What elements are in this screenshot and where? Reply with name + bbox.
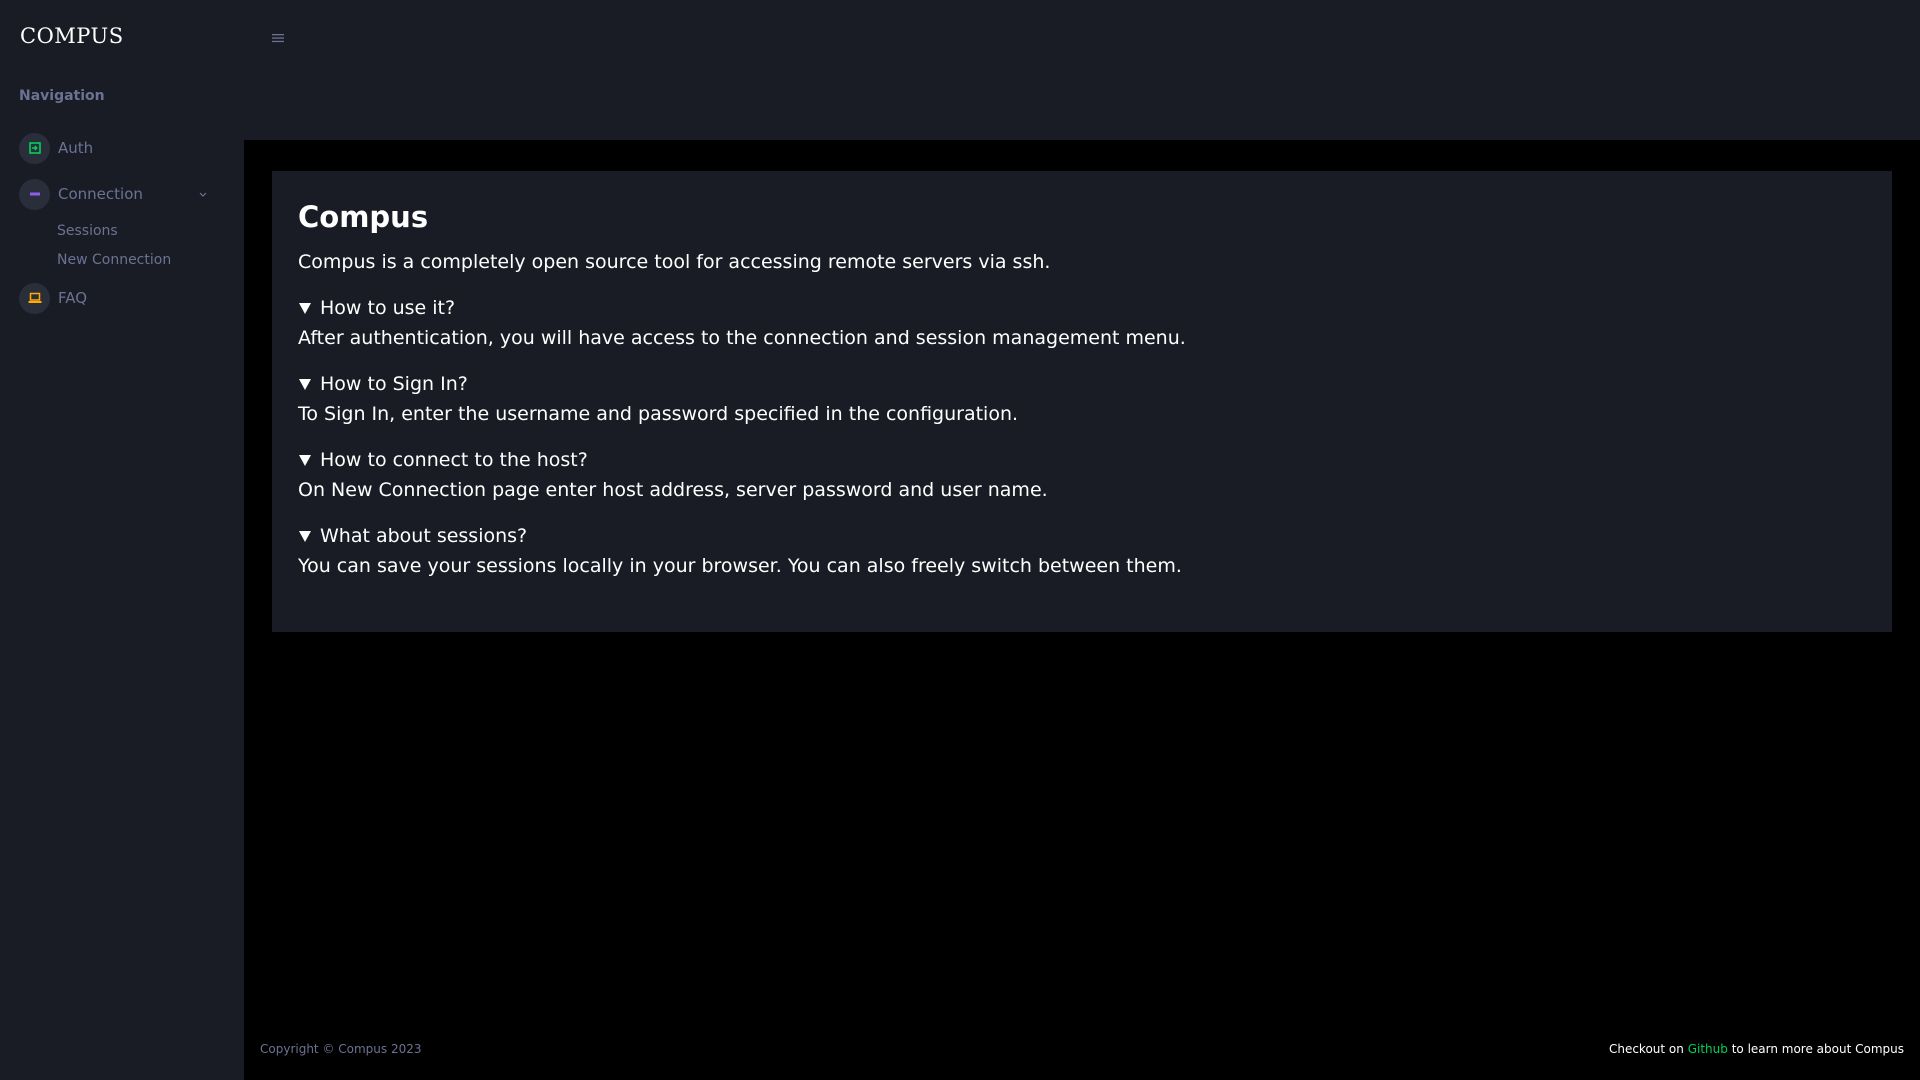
top-navbar [244,0,1920,70]
github-link[interactable]: Github [1688,1042,1728,1056]
page-header-band [244,70,1920,140]
faq-answer: You can save your sessions locally in yo… [298,555,1182,577]
brand-logo[interactable]: COMPUS [20,24,124,48]
faq-item: How to use it? After authentication, you… [298,295,1866,351]
faq-question: How to connect to the host? [320,449,588,471]
disclosure-triangle-icon [299,454,311,466]
faq-question: How to use it? [320,297,456,319]
page-title: Compus [298,200,429,234]
menu-toggle-icon[interactable] [272,28,284,43]
footer-suffix: to learn more about Compus [1731,1042,1904,1056]
nav-heading: Navigation [19,88,105,104]
intro-text: Compus is a completely open source tool … [298,251,1051,273]
sidebar-item-label: Auth [58,139,94,157]
faq-answer: On New Connection page enter host addres… [298,479,1048,501]
laptop-icon [19,282,50,314]
login-icon [19,132,50,164]
sidebar-item-connection[interactable]: Connection [19,178,219,210]
footer-github-note: Checkout on Github to learn more about C… [1609,1042,1904,1056]
disclosure-triangle-icon [299,530,311,542]
faq-card: Compus Compus is a completely open sourc… [272,171,1892,632]
faq-answer: After authentication, you will have acce… [298,327,1186,349]
chevron-down-icon[interactable] [195,186,211,202]
faq-question-toggle[interactable]: How to connect to the host? [298,447,1866,473]
footer-prefix: Checkout on [1608,1042,1684,1056]
sidebar-item-faq[interactable]: FAQ [19,282,219,314]
disclosure-triangle-icon [299,378,311,390]
faq-question: What about sessions? [320,525,528,547]
faq-question-toggle[interactable]: How to use it? [298,295,1866,321]
disclosure-triangle-icon [299,302,311,314]
minus-icon [19,178,50,210]
faq-answer: To Sign In, enter the username and passw… [298,403,1019,425]
sidebar-subitem-sessions[interactable]: Sessions [57,223,118,239]
footer-copyright: Copyright © Compus 2023 [260,1042,422,1056]
faq-question-toggle[interactable]: How to Sign In? [298,371,1866,397]
faq-item: How to connect to the host? On New Conne… [298,447,1866,503]
sidebar: COMPUS Navigation Auth Connection Sessio… [0,0,244,1080]
faq-item: What about sessions? You can save your s… [298,523,1866,579]
sidebar-item-label: Connection [58,185,143,203]
faq-question-toggle[interactable]: What about sessions? [298,523,1866,549]
sidebar-subitem-new-connection[interactable]: New Connection [57,252,171,268]
faq-item: How to Sign In? To Sign In, enter the us… [298,371,1866,427]
faq-question: How to Sign In? [320,373,468,395]
sidebar-item-label: FAQ [58,289,88,307]
sidebar-item-auth[interactable]: Auth [19,132,219,164]
